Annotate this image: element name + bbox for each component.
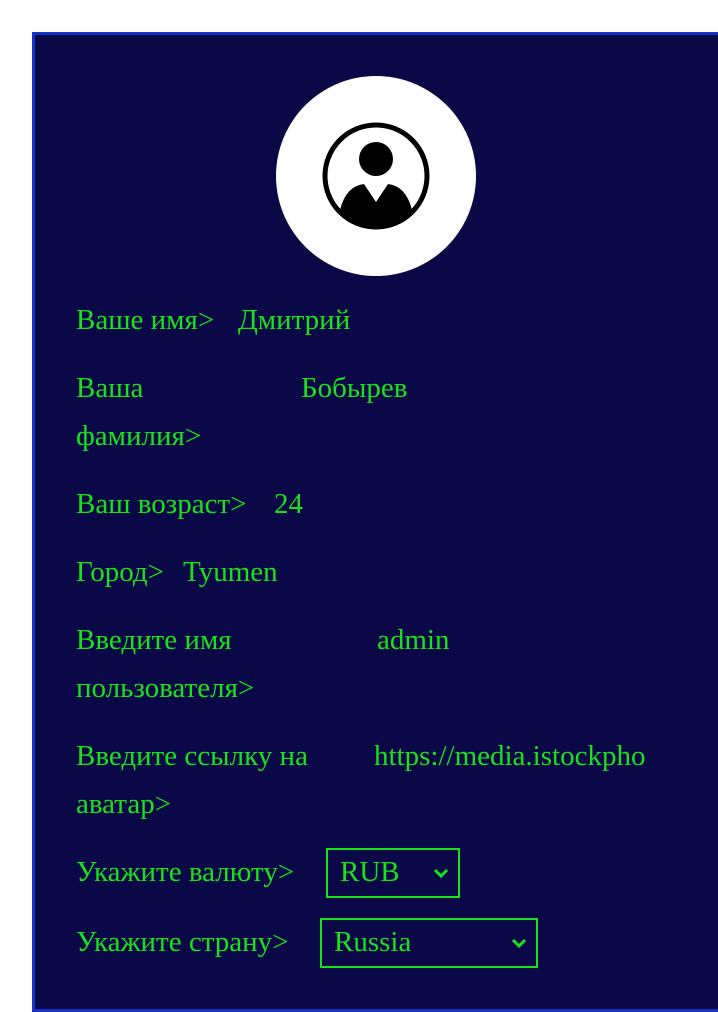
age-value[interactable]: 24 xyxy=(274,480,303,528)
name-row: Ваше имя> Дмитрий xyxy=(76,296,696,344)
avatar-link-value[interactable]: https://media.istockpho xyxy=(374,732,645,780)
age-row: Ваш возраст> 24 xyxy=(76,480,696,528)
username-label: Введите имя пользователя> xyxy=(76,624,255,704)
avatar xyxy=(276,76,476,276)
country-label: Укажите страну> xyxy=(76,926,289,958)
currency-select[interactable]: RUB xyxy=(326,848,460,898)
user-circle-icon xyxy=(322,122,430,230)
surname-value[interactable]: Бобырев xyxy=(301,364,407,412)
surname-row: Ваша фамилия> Бобырев xyxy=(76,364,696,460)
chevron-down-icon xyxy=(511,938,527,949)
chevron-down-icon xyxy=(433,868,449,879)
profile-card: Ваше имя> Дмитрий Ваша фамилия> Бобырев … xyxy=(32,32,718,1012)
city-label: Город> xyxy=(76,556,164,588)
country-select[interactable]: Russia xyxy=(320,918,538,968)
currency-selected-value: RUB xyxy=(340,856,400,888)
avatar-link-row: Введите ссылку на аватар> https://media.… xyxy=(76,732,716,828)
name-value[interactable]: Дмитрий xyxy=(238,296,350,344)
surname-label: Ваша фамилия> xyxy=(76,372,202,452)
city-value[interactable]: Tyumen xyxy=(183,548,278,596)
age-label: Ваш возраст> xyxy=(76,488,247,520)
name-label: Ваше имя> xyxy=(76,304,215,336)
country-selected-value: Russia xyxy=(334,926,412,958)
username-value[interactable]: admin xyxy=(377,616,450,664)
avatar-link-label: Введите ссылку на аватар> xyxy=(76,740,308,820)
username-row: Введите имя пользователя> admin xyxy=(76,616,696,712)
currency-label: Укажите валюту> xyxy=(76,856,295,888)
city-row: Город> Tyumen xyxy=(76,548,696,596)
